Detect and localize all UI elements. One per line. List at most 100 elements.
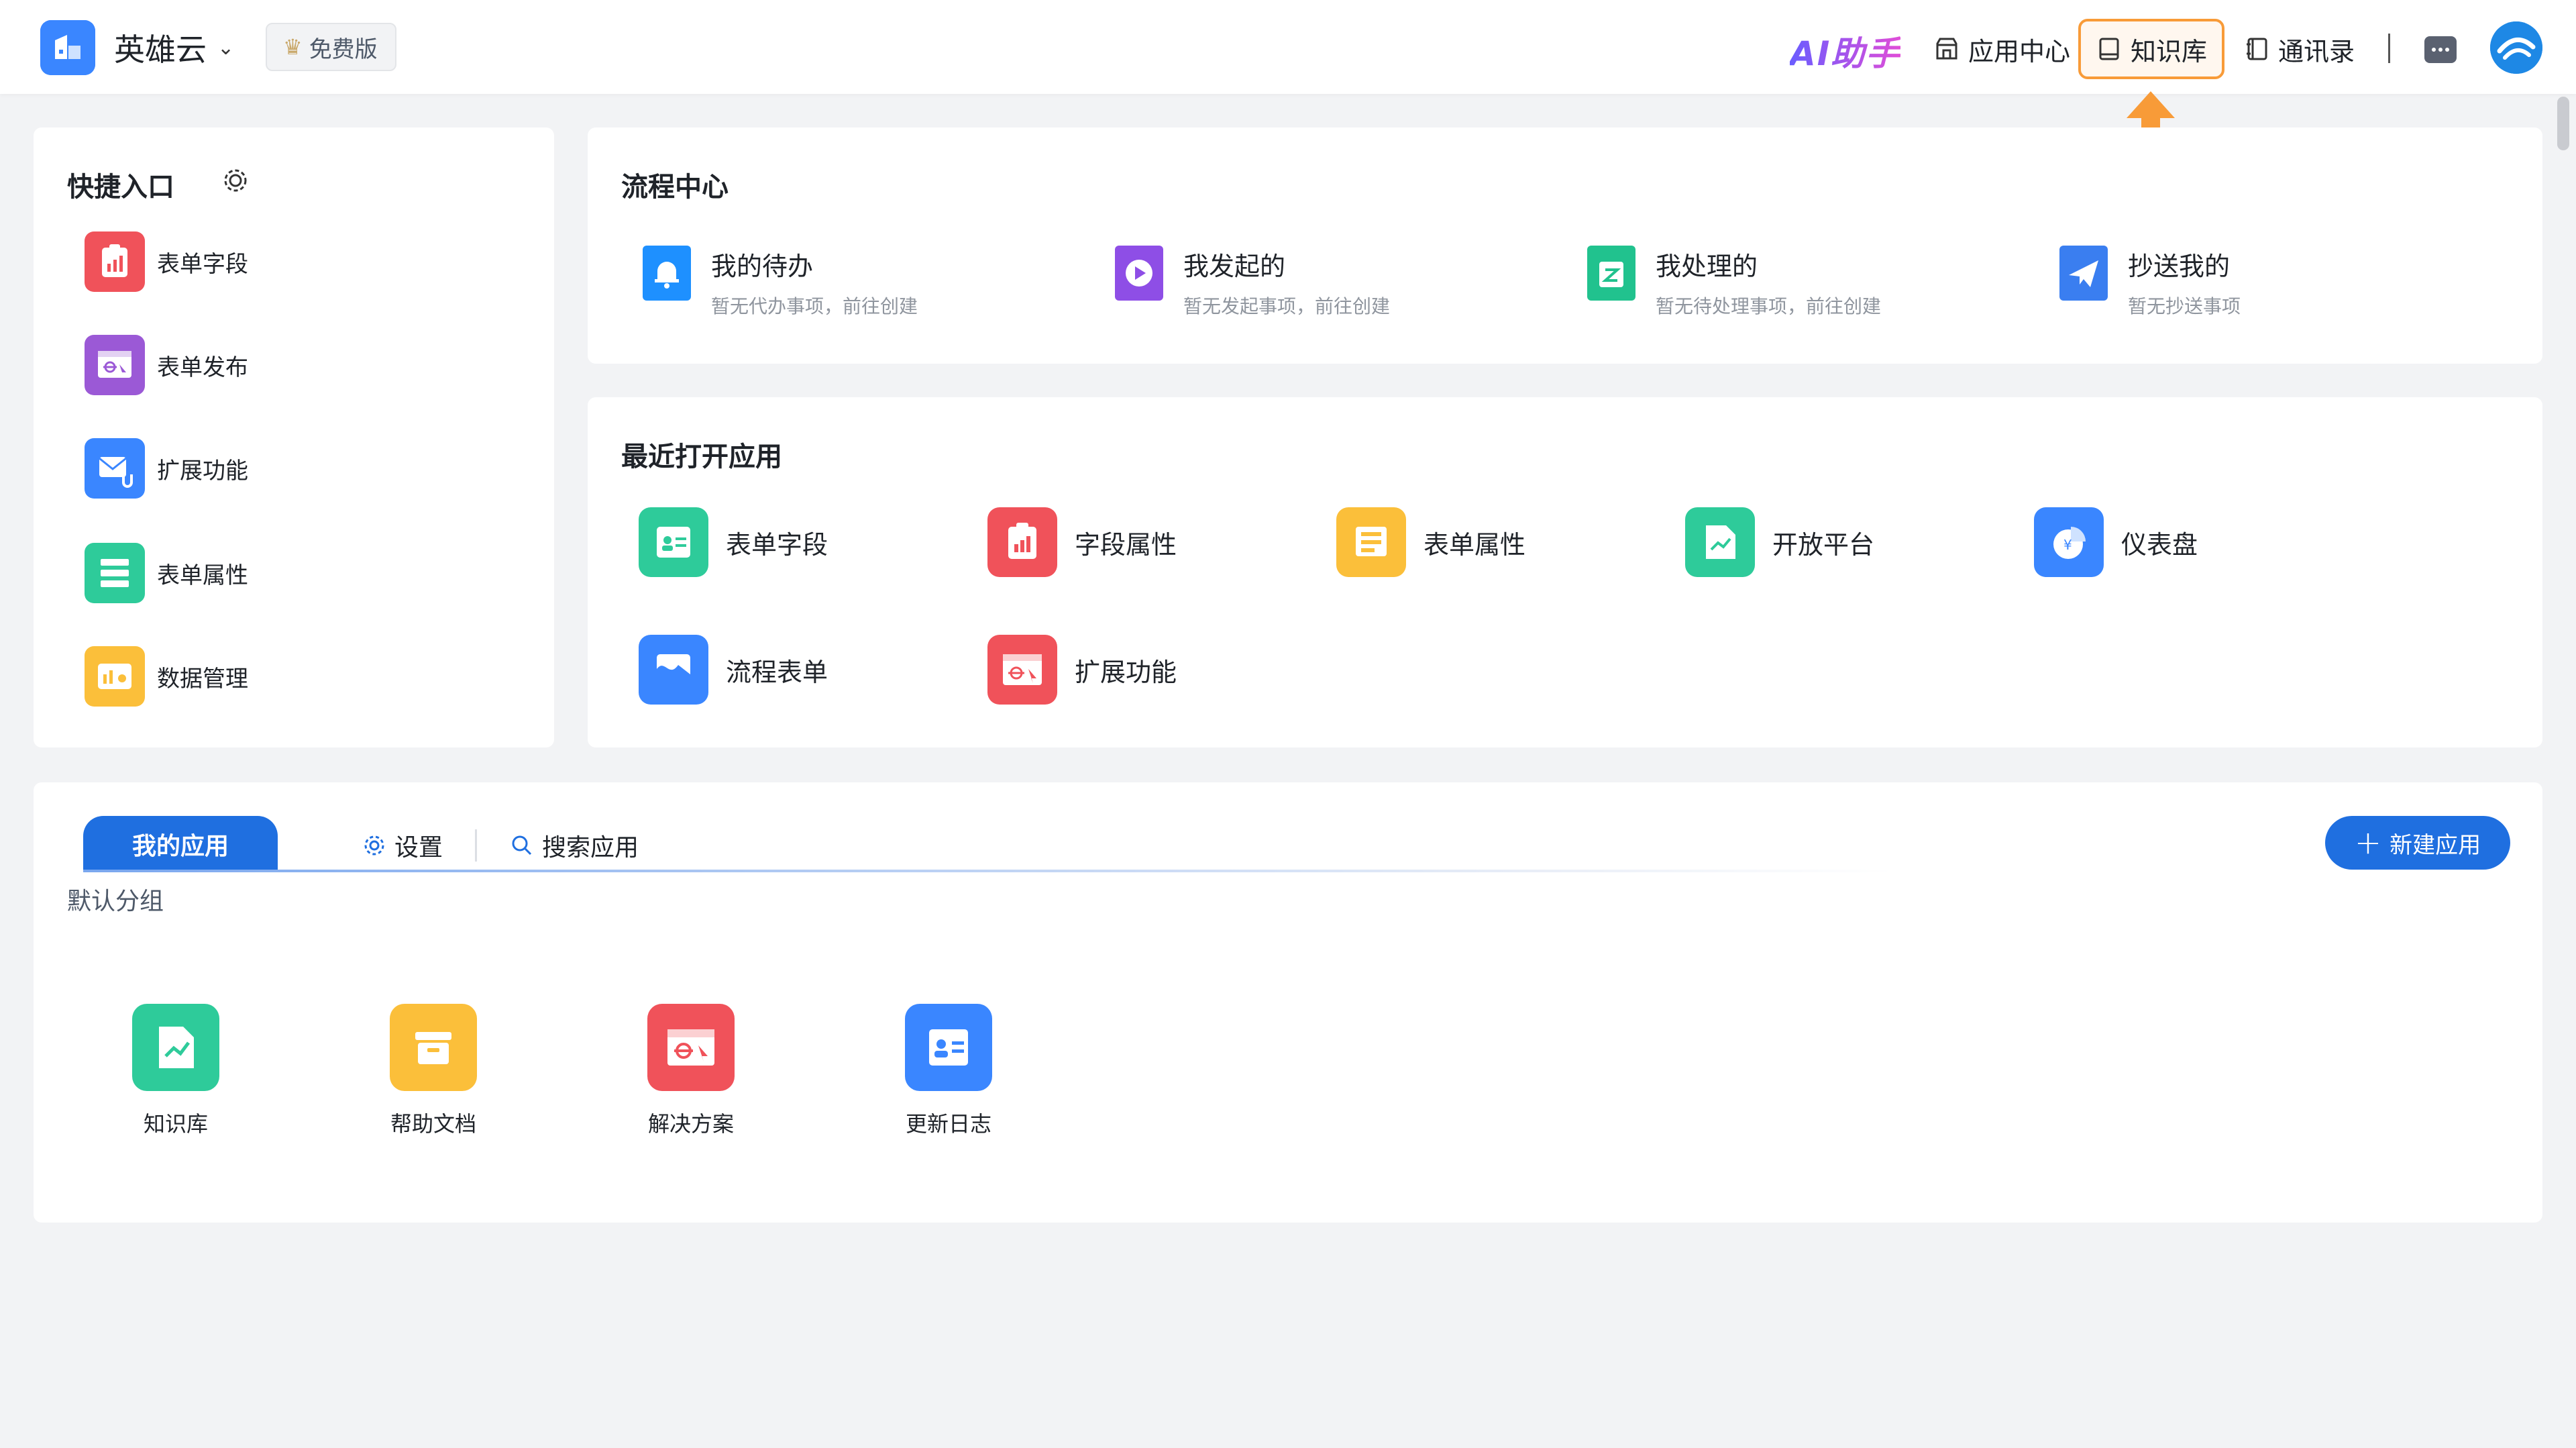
recent-app-label: 扩展功能 (1075, 657, 1177, 687)
recent-app-label: 开放平台 (1772, 529, 1875, 560)
quick-item-form-fields[interactable]: 表单字段 (85, 229, 248, 294)
recent-app-extensions[interactable]: 扩展功能 (987, 635, 1177, 705)
process-item-subtitle[interactable]: 暂无发起事项，前往创建 (1183, 292, 1390, 319)
recent-app-label: 字段属性 (1075, 529, 1177, 560)
process-item-subtitle: 暂无抄送事项 (2128, 295, 2241, 317)
app-solutions[interactable]: 解决方案 (624, 1004, 758, 1138)
app-changelog[interactable]: 更新日志 (881, 1004, 1016, 1138)
recent-app-field-properties[interactable]: 字段属性 (987, 507, 1177, 577)
clipboard-check-icon (1583, 242, 1640, 305)
process-item-subtitle[interactable]: 暂无待处理事项，前往创建 (1656, 292, 1881, 319)
search-icon (512, 835, 532, 856)
recent-apps-title: 最近打开应用 (621, 442, 782, 472)
recent-app-dashboard[interactable]: ¥ 仪表盘 (2034, 507, 2198, 577)
bell-icon (639, 242, 695, 305)
tab-my-apps[interactable]: 我的应用 (83, 816, 278, 872)
user-avatar[interactable] (2490, 21, 2542, 74)
window-wave-icon (639, 635, 708, 705)
clipboard-chart-icon (987, 507, 1057, 577)
tab-settings[interactable]: 设置 (362, 825, 443, 866)
store-icon (1936, 38, 1957, 60)
svg-text:¥: ¥ (2063, 537, 2072, 553)
process-initiated[interactable]: 我发起的 暂无发起事项，前往创建 (1111, 242, 1390, 319)
trend-document-icon (1685, 507, 1755, 577)
id-card-icon (639, 507, 708, 577)
browser-target-icon (987, 635, 1057, 705)
process-item-title: 我处理的 (1656, 252, 1758, 281)
app-knowledge-base[interactable]: 知识库 (109, 1004, 243, 1138)
tab-label: 搜索应用 (542, 834, 639, 862)
process-my-todo[interactable]: 我的待办 暂无代办事项，前往创建 (639, 242, 918, 319)
chevron-down-icon: ⌄ (217, 36, 235, 60)
nav-knowledge-base[interactable]: 知识库 (2078, 19, 2225, 79)
data-panel-icon (85, 646, 145, 707)
process-item-title: 我的待办 (711, 252, 814, 281)
send-icon (2055, 242, 2112, 305)
quick-entry-title: 快捷入口 (67, 172, 174, 203)
process-cc-me[interactable]: 抄送我的 暂无抄送事项 (2055, 242, 2241, 319)
app-label: 更新日志 (905, 1111, 991, 1137)
recent-app-label: 仪表盘 (2121, 529, 2198, 560)
contacts-icon (2247, 38, 2267, 60)
list-rows-icon (85, 543, 145, 603)
clipboard-chart-icon (85, 231, 145, 292)
plan-badge[interactable]: ♛ 免费版 (266, 23, 396, 71)
quick-item-label: 表单发布 (157, 354, 248, 381)
tab-label: 设置 (394, 834, 443, 862)
workspace-name: 英雄云 (114, 32, 207, 68)
new-app-label: 新建应用 (2390, 831, 2481, 859)
tab-search-apps[interactable]: 搜索应用 (510, 825, 639, 866)
quick-item-label: 表单字段 (157, 250, 248, 278)
group-label: 默认分组 (67, 888, 164, 915)
workspace-switcher[interactable]: 英雄云 ⌄ (114, 25, 234, 70)
app-label: 知识库 (143, 1111, 208, 1137)
app-label: 解决方案 (647, 1111, 734, 1137)
archive-box-icon (390, 1004, 477, 1091)
tab-underline (83, 870, 1894, 872)
browser-target-icon (85, 335, 145, 395)
quick-item-label: 扩展功能 (157, 457, 248, 484)
recent-app-form-properties[interactable]: 表单属性 (1336, 507, 1525, 577)
gear-icon[interactable] (221, 166, 250, 195)
nav-contacts[interactable]: 通讯录 (2229, 19, 2369, 79)
new-app-button[interactable]: + 新建应用 (2325, 816, 2510, 870)
process-item-subtitle[interactable]: 暂无代办事项，前往创建 (711, 292, 918, 319)
quick-item-label: 表单属性 (157, 562, 248, 589)
crown-icon: ♛ (283, 34, 303, 60)
quick-item-extensions[interactable]: 扩展功能 (85, 436, 248, 501)
process-center-card: 流程中心 我的待办 暂无代办事项，前往创建 我发起的 暂无发起事项，前往创建 我… (588, 127, 2542, 364)
quick-item-form-properties[interactable]: 表单属性 (85, 541, 248, 605)
ai-assistant-button[interactable]: AI助手 (1790, 27, 1900, 75)
process-center-title: 流程中心 (621, 172, 729, 203)
quick-item-label: 数据管理 (157, 665, 248, 692)
message-icon[interactable] (2424, 36, 2457, 63)
page-scrollbar[interactable] (2557, 97, 2569, 150)
recent-apps-card: 最近打开应用 表单字段 字段属性 表单属性 开放平台 ¥ 仪表盘 流程表单 扩展… (588, 397, 2542, 747)
header-divider (2388, 34, 2390, 63)
id-card-icon (905, 1004, 992, 1091)
top-bar: 英雄云 ⌄ ♛ 免费版 AI助手 应用中心 知识库 通讯录 (0, 0, 2576, 94)
recent-app-open-platform[interactable]: 开放平台 (1685, 507, 1874, 577)
recent-app-form-fields[interactable]: 表单字段 (639, 507, 828, 577)
browser-target-icon (647, 1004, 735, 1091)
quick-item-data-management[interactable]: 数据管理 (85, 644, 248, 709)
plus-icon: + (2354, 824, 2382, 862)
process-item-title: 抄送我的 (2128, 252, 2231, 281)
app-logo-icon[interactable] (40, 20, 95, 75)
mail-attachment-icon (85, 438, 145, 499)
process-handled[interactable]: 我处理的 暂无待处理事项，前往创建 (1583, 242, 1881, 319)
play-icon (1111, 242, 1167, 305)
quick-item-form-publish[interactable]: 表单发布 (85, 333, 248, 397)
book-icon (2099, 38, 2119, 60)
trend-document-icon (132, 1004, 219, 1091)
plan-label: 免费版 (309, 36, 378, 63)
app-label: 帮助文档 (390, 1111, 476, 1137)
app-help-docs[interactable]: 帮助文档 (366, 1004, 500, 1138)
nav-label: 通讯录 (2278, 36, 2355, 66)
recent-app-label: 流程表单 (726, 657, 828, 687)
recent-app-process-form[interactable]: 流程表单 (639, 635, 828, 705)
document-list-icon (1336, 507, 1406, 577)
nav-app-center[interactable]: 应用中心 (1919, 19, 2085, 79)
pie-chart-icon: ¥ (2034, 507, 2104, 577)
quick-entry-card: 快捷入口 表单字段 表单发布 扩展功能 表单属性 数据管理 (34, 127, 554, 747)
